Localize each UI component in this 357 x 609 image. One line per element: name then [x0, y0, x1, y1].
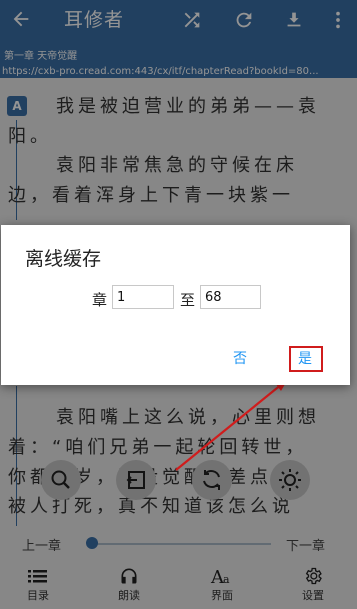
from-chapter-label: 章	[92, 291, 108, 309]
confirm-button[interactable]: 是	[298, 349, 312, 369]
offline-cache-dialog: 离线缓存 章 至 否 是	[1, 225, 350, 385]
cancel-button[interactable]: 否	[233, 349, 247, 369]
to-chapter-input[interactable]	[200, 285, 261, 309]
dialog-title: 离线缓存	[25, 248, 102, 270]
to-chapter-label: 至	[180, 291, 196, 309]
from-chapter-input[interactable]	[112, 285, 174, 309]
